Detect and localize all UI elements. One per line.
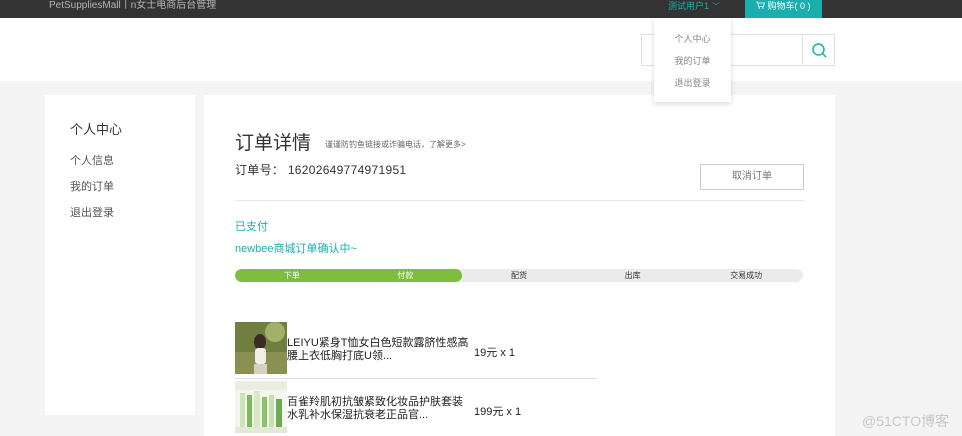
- progress-step: 下单: [283, 271, 300, 280]
- cancel-order-button[interactable]: 取消订单: [700, 164, 804, 190]
- dropdown-item-orders[interactable]: 我的订单: [654, 54, 731, 67]
- sidebar-title: 个人中心: [70, 122, 123, 137]
- sidebar-item-profile[interactable]: 个人信息: [70, 152, 114, 168]
- sidebar-item-orders[interactable]: 我的订单: [70, 178, 114, 194]
- anti-fraud-hint[interactable]: 谨谨防钓鱼链接或诈骗电话，了解更多>: [325, 139, 466, 150]
- order-number: 订单号： 16202649774971951: [235, 163, 407, 177]
- sidebar-item-logout[interactable]: 退出登录: [70, 204, 114, 220]
- user-menu[interactable]: 测试用户1 ﹀: [668, 0, 720, 13]
- product-name[interactable]: 百雀羚肌初抗皱紧致化妆品护肤套装水乳补水保湿抗衰老正品官...: [287, 396, 470, 422]
- order-detail-panel: 订单详情 谨谨防钓鱼链接或诈骗电话，了解更多> 订单号： 16202649774…: [204, 95, 835, 436]
- product-name[interactable]: LEIYU紧身T恤女白色短款露脐性感高腰上衣低胸打底U领...: [287, 337, 470, 363]
- page-title: 订单详情: [235, 133, 312, 154]
- user-name[interactable]: 测试用户1: [668, 1, 709, 11]
- user-dropdown-menu: 个人中心 我的订单 退出登录: [654, 18, 731, 102]
- product-image[interactable]: [235, 381, 287, 433]
- cart-label: 购物车( 0 ): [767, 1, 811, 11]
- product-price: 199元 x 1: [474, 406, 522, 418]
- cart-button[interactable]: 购物车( 0 ): [745, 0, 822, 18]
- product-price: 19元 x 1: [474, 347, 515, 359]
- site-brand[interactable]: PetSuppliesMall丨n女士电商后台管理: [49, 0, 216, 12]
- cart-icon: [756, 0, 766, 12]
- progress-step: 付款: [397, 271, 414, 280]
- dropdown-item-profile[interactable]: 个人中心: [654, 32, 731, 45]
- divider: [235, 200, 804, 201]
- order-progress-bar: 下单 付款 配货 出库 交易成功: [235, 269, 803, 282]
- watermark: @51CTO博客: [862, 413, 950, 429]
- product-image[interactable]: [235, 322, 287, 374]
- sidebar: 个人中心 个人信息 我的订单 退出登录: [45, 95, 195, 415]
- progress-step: 交易成功: [730, 271, 763, 280]
- order-item[interactable]: LEIYU紧身T恤女白色短款露脐性感高腰上衣低胸打底U领... 19元 x 1: [235, 322, 597, 376]
- progress-step: 配货: [510, 271, 527, 280]
- search-icon: [812, 43, 827, 58]
- search-button[interactable]: [802, 35, 834, 65]
- chevron-down-icon[interactable]: ﹀: [712, 1, 720, 13]
- divider: [235, 378, 597, 379]
- order-status: 已支付: [235, 221, 268, 233]
- order-item[interactable]: 百雀羚肌初抗皱紧致化妆品护肤套装水乳补水保湿抗衰老正品官... 199元 x 1: [235, 381, 597, 435]
- progress-step: 出库: [624, 271, 641, 280]
- dropdown-item-logout[interactable]: 退出登录: [654, 76, 731, 89]
- order-status-message: newbee商城订单确认中~: [235, 243, 357, 255]
- header: [0, 18, 962, 81]
- top-bar: PetSuppliesMall丨n女士电商后台管理 测试用户1 ﹀ 购物车( 0 …: [0, 0, 962, 18]
